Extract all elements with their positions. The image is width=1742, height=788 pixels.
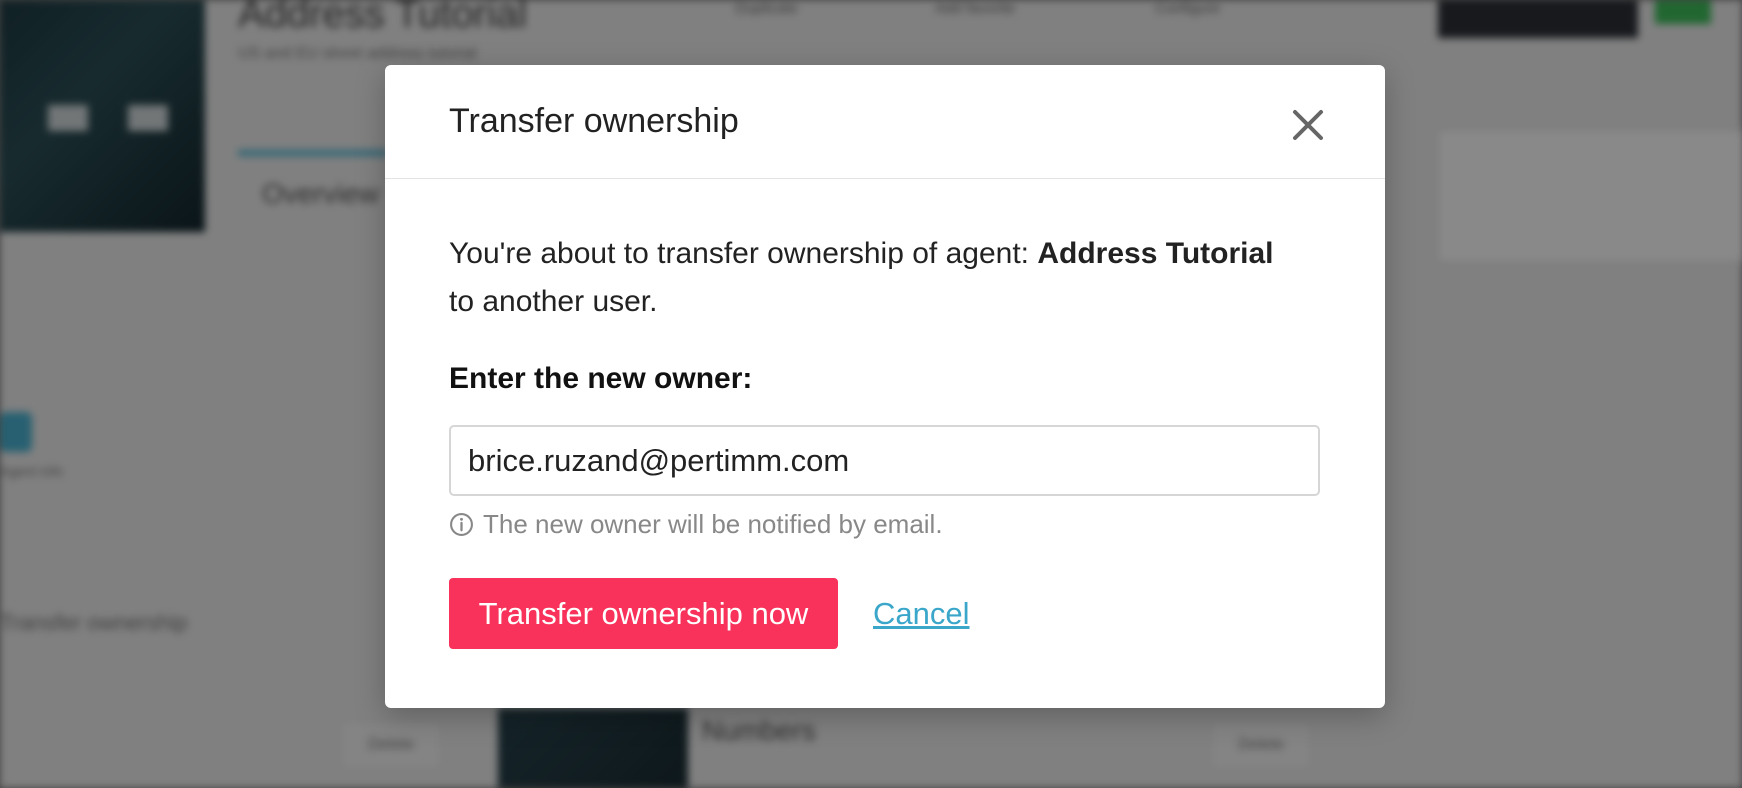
message-suffix: to another user.	[449, 285, 658, 318]
new-owner-input[interactable]	[449, 425, 1320, 496]
transfer-ownership-now-button[interactable]: Transfer ownership now	[449, 578, 838, 649]
transfer-message: You're about to transfer ownership of ag…	[449, 230, 1324, 326]
close-button[interactable]	[1286, 103, 1330, 147]
new-owner-label: Enter the new owner:	[449, 362, 753, 395]
dialog-body: You're about to transfer ownership of ag…	[449, 230, 1324, 649]
cancel-link[interactable]: Cancel	[873, 596, 970, 632]
message-prefix: You're about to transfer ownership of ag…	[449, 237, 1038, 270]
notification-hint: The new owner will be notified by email.	[449, 509, 1324, 540]
close-icon	[1293, 110, 1323, 140]
dialog-title: Transfer ownership	[449, 102, 739, 140]
agent-name: Address Tutorial	[1037, 237, 1274, 270]
dialog-actions: Transfer ownership now Cancel	[449, 578, 1324, 649]
dialog-header: Transfer ownership	[385, 65, 1385, 179]
info-icon	[450, 513, 473, 536]
transfer-ownership-dialog: Transfer ownership You're about to trans…	[385, 65, 1385, 708]
hint-text: The new owner will be notified by email.	[483, 509, 943, 539]
